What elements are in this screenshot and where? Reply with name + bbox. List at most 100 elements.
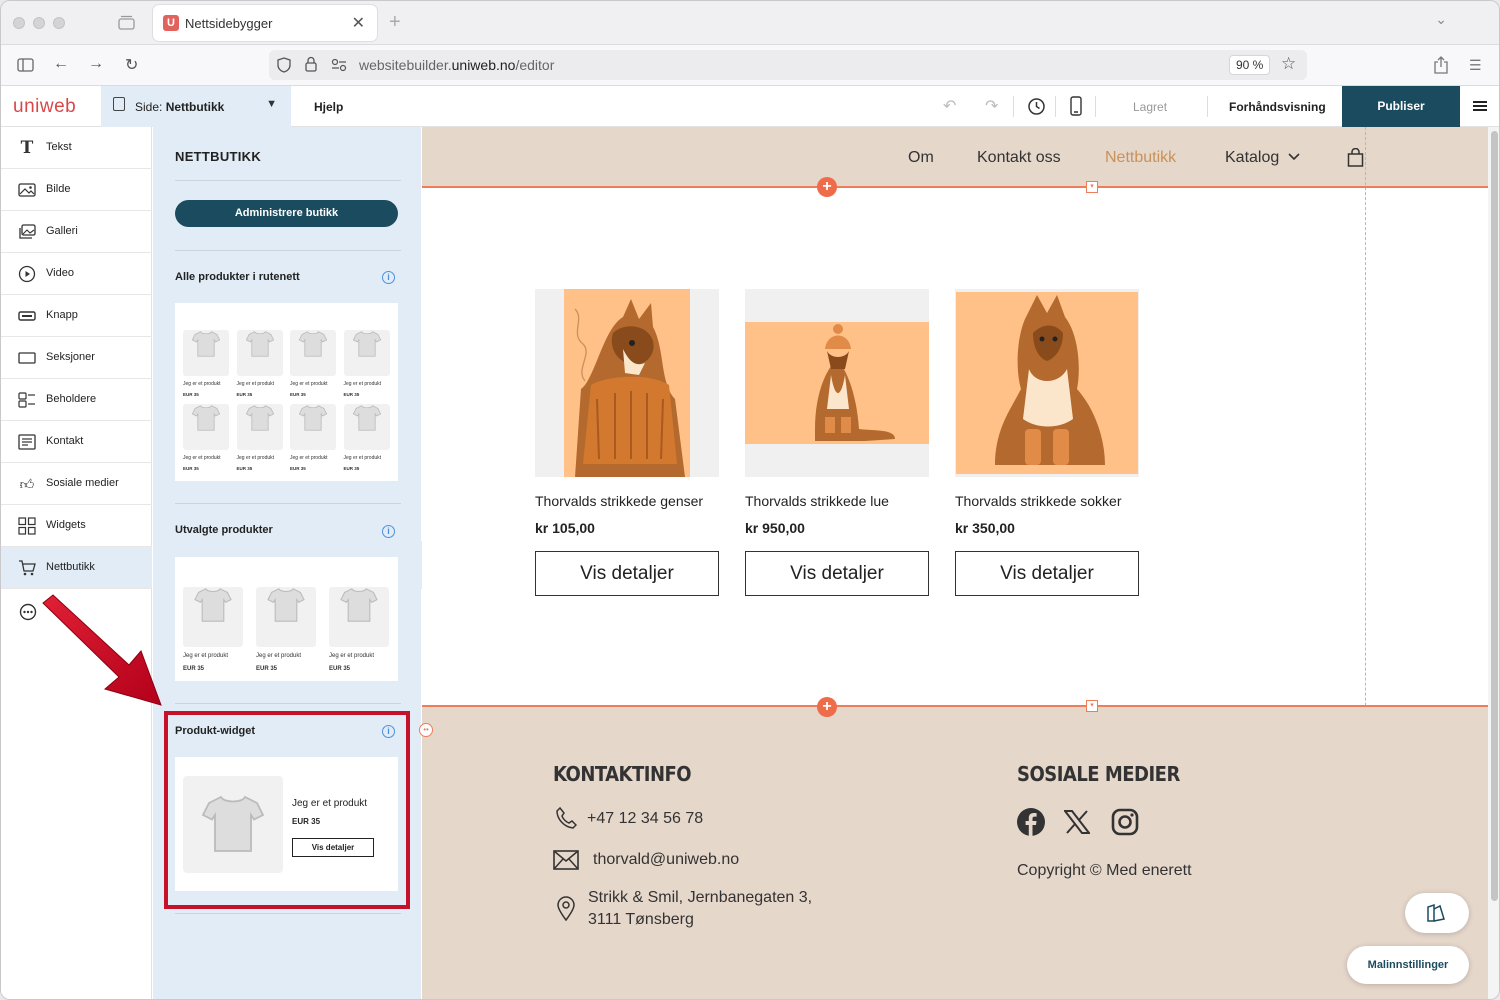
tab-list-chevron-icon[interactable]: ⌄ <box>1435 11 1447 28</box>
paint-palette-icon <box>1427 903 1445 922</box>
sidebar-item-galleri[interactable]: Galleri <box>1 211 152 253</box>
address-bar[interactable]: websitebuilder.uniweb.no/editor 90 % ☆ <box>269 50 1307 80</box>
product-image-placeholder <box>329 587 389 647</box>
publish-button[interactable]: Publiser <box>1342 86 1460 127</box>
sidebar-item-kontakt[interactable]: Kontakt <box>1 421 152 463</box>
product-name: Jeg er et produkt <box>329 653 375 659</box>
manage-store-button[interactable]: Administrere butikk <box>175 200 398 227</box>
new-tab-icon[interactable]: + <box>389 11 401 34</box>
help-menu[interactable]: Hjelp <box>314 100 343 114</box>
section-options-icon[interactable]: •• <box>419 723 433 737</box>
instagram-icon[interactable] <box>1111 808 1139 836</box>
design-settings-button[interactable] <box>1405 893 1469 933</box>
mobile-view-icon[interactable] <box>1070 96 1082 116</box>
nav-link-kontakt-oss[interactable]: Kontakt oss <box>977 149 1061 167</box>
view-details-button[interactable]: Vis detaljer <box>955 551 1139 596</box>
sidebar-item-label: Video <box>46 267 74 279</box>
product-name: Jeg er et produkt <box>343 381 382 387</box>
product-name[interactable]: Thorvalds strikkede lue <box>745 493 929 509</box>
zoom-level[interactable]: 90 % <box>1229 55 1271 75</box>
section-handle-icon[interactable]: ▾ <box>1086 181 1098 193</box>
product-image[interactable] <box>535 289 719 477</box>
minimize-window-button[interactable] <box>33 17 45 29</box>
placeholder-product: Jeg er et produkt EUR 35 <box>343 321 390 397</box>
sidebar-item-tekst[interactable]: T Tekst <box>1 127 152 169</box>
info-icon[interactable]: i <box>382 525 395 538</box>
more-tools-icon[interactable]: ☰ <box>1469 57 1482 74</box>
tshirt-icon <box>245 405 274 431</box>
reload-icon[interactable]: ↻ <box>125 55 138 75</box>
sidebar-item-knapp[interactable]: Knapp <box>1 295 152 337</box>
product-card[interactable]: Thorvalds strikkede sokker kr 350,00 Vis… <box>955 289 1139 596</box>
maximize-window-button[interactable] <box>53 17 65 29</box>
sidebar-item-widgets[interactable]: Widgets <box>1 505 152 547</box>
uniweb-favicon-icon: U <box>163 15 179 31</box>
close-window-button[interactable] <box>13 17 25 29</box>
site-footer[interactable]: KONTAKTINFO +47 12 34 56 78 thorvald@uni… <box>422 706 1488 999</box>
history-icon[interactable] <box>1027 97 1046 116</box>
product-image[interactable] <box>745 289 929 477</box>
view-details-button[interactable]: Vis detaljer <box>535 551 719 596</box>
sidebar-item-bilde[interactable]: Bilde <box>1 169 152 211</box>
email-address[interactable]: thorvald@uniweb.no <box>593 849 739 871</box>
sidebar-item-label: Kontakt <box>46 435 84 447</box>
site-header[interactable]: Om Kontakt oss Nettbutikk Katalog <box>422 127 1488 187</box>
sidebar-item-beholdere[interactable]: Beholdere <box>1 379 152 421</box>
browser-tab[interactable]: U Nettsidebygger ✕ <box>153 5 377 41</box>
all-products-grid-widget[interactable]: Jeg er et produkt EUR 35 Jeg er et produkt… <box>175 303 398 481</box>
sidebar-toggle-icon[interactable] <box>17 58 34 72</box>
share-icon[interactable] <box>1433 56 1449 74</box>
info-icon[interactable]: i <box>382 271 395 284</box>
scrollbar-thumb[interactable] <box>1491 131 1498 901</box>
tshirt-icon <box>298 331 328 357</box>
nav-link-om[interactable]: Om <box>908 149 934 167</box>
view-details-button[interactable]: Vis detaljer <box>745 551 929 596</box>
product-image[interactable] <box>955 289 1139 477</box>
shopping-bag-icon[interactable] <box>1347 148 1364 167</box>
hamburger-menu-icon[interactable] <box>1473 101 1487 111</box>
product-card[interactable]: Thorvalds strikkede genser kr 105,00 Vis… <box>535 289 719 596</box>
product-name[interactable]: Thorvalds strikkede sokker <box>955 493 1139 509</box>
undo-icon[interactable]: ↶ <box>943 96 956 116</box>
sidebar-item-sosiale-medier[interactable]: 👍︎ Sosiale medier <box>1 463 152 505</box>
placeholder-product: Jeg er et produkt EUR 35 <box>236 395 283 471</box>
page-icon <box>113 97 125 111</box>
product-image-placeholder <box>183 404 229 450</box>
featured-products-widget[interactable]: Jeg er et produkt EUR 35 Jeg er et produkt… <box>175 557 398 681</box>
preview-button[interactable]: Forhåndsvisning <box>1229 100 1326 114</box>
phone-icon <box>556 806 577 829</box>
phone-number[interactable]: +47 12 34 56 78 <box>587 808 703 830</box>
sidebar-item-seksjoner[interactable]: Seksjoner <box>1 337 152 379</box>
product-image-placeholder <box>343 330 390 376</box>
add-section-button[interactable]: + <box>817 177 837 197</box>
product-card[interactable]: Thorvalds strikkede lue kr 950,00 Vis de… <box>745 289 929 596</box>
site-permissions-icon[interactable] <box>331 58 347 72</box>
sidebar-item-video[interactable]: Video <box>1 253 152 295</box>
lock-icon[interactable] <box>305 56 317 72</box>
tshirt-icon <box>298 405 328 431</box>
page-selector[interactable]: Side: Nettbutikk ▼ <box>101 86 291 127</box>
facebook-icon[interactable] <box>1017 808 1045 836</box>
close-tab-icon[interactable]: ✕ <box>352 13 365 33</box>
canvas-scrollbar[interactable] <box>1488 127 1499 999</box>
section-handle-icon[interactable]: ▾ <box>1086 700 1098 712</box>
sidebar-item-nettbutikk[interactable]: Nettbutikk <box>1 547 152 589</box>
tab-strip: U Nettsidebygger ✕ + ⌄ <box>1 1 1499 45</box>
shield-icon[interactable] <box>277 57 291 73</box>
product-price: EUR 35 <box>183 666 205 672</box>
product-name[interactable]: Thorvalds strikkede genser <box>535 493 719 509</box>
forward-icon[interactable]: → <box>88 55 104 73</box>
gallery-icon <box>19 224 36 239</box>
redo-icon[interactable]: ↷ <box>985 96 998 116</box>
x-twitter-icon[interactable] <box>1064 810 1090 834</box>
back-icon[interactable]: ← <box>53 55 69 73</box>
add-section-button[interactable]: + <box>817 697 837 717</box>
template-settings-button[interactable]: Malinnstillinger <box>1347 946 1469 984</box>
sidebar-item-label: Seksjoner <box>46 351 95 363</box>
nav-link-katalog[interactable]: Katalog <box>1225 149 1279 167</box>
bookmark-star-icon[interactable]: ☆ <box>1281 54 1296 74</box>
tab-overview-icon[interactable] <box>118 15 135 30</box>
nav-link-nettbutikk[interactable]: Nettbutikk <box>1105 149 1176 167</box>
tshirt-icon <box>267 588 305 622</box>
placeholder-product: Jeg er et produkt EUR 35 <box>290 395 336 471</box>
